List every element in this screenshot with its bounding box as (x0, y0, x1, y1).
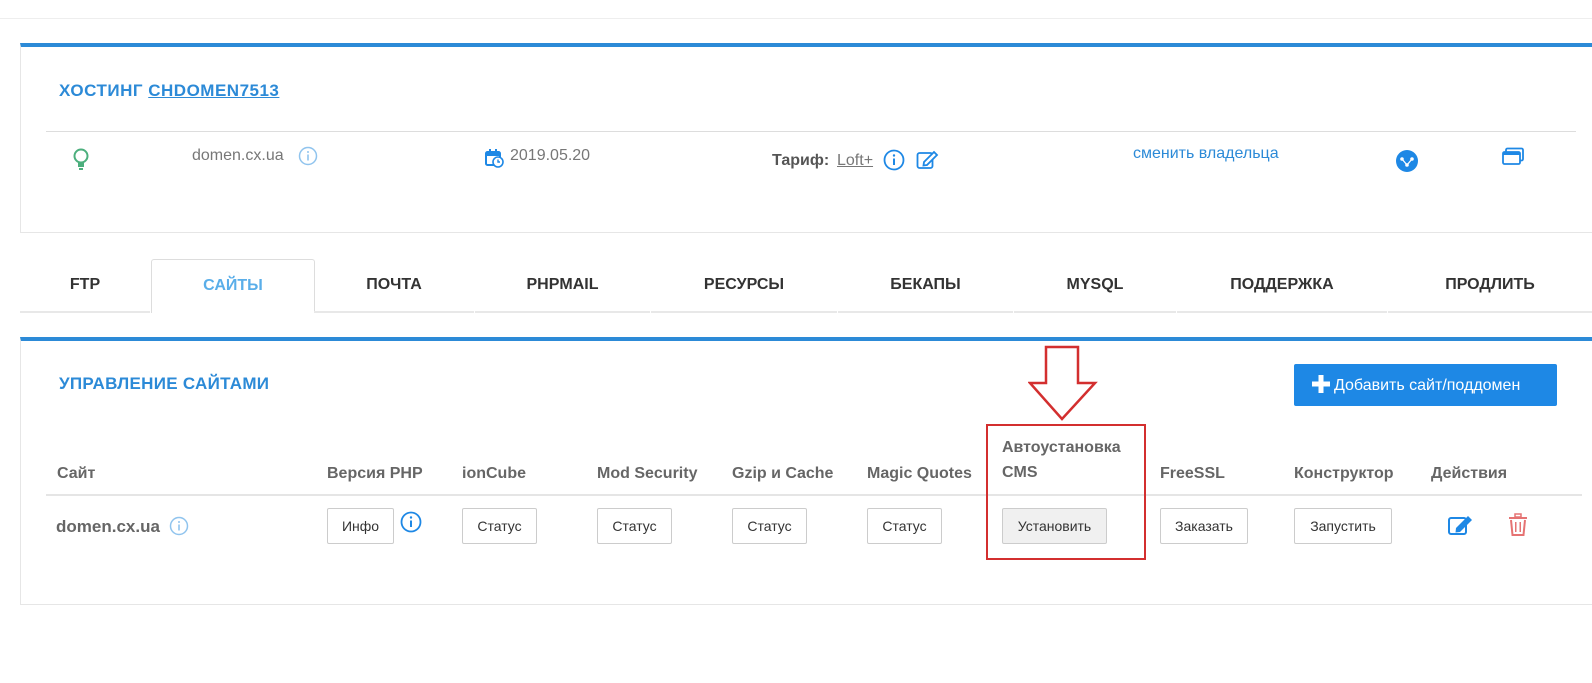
delete-site-icon[interactable] (1507, 513, 1529, 537)
ioncube-status-button[interactable]: Статус (462, 508, 537, 544)
col-modsec: Mod Security (597, 465, 698, 482)
hosting-date: 2019.05.20 (510, 147, 591, 164)
modsec-status-button[interactable]: Статус (597, 508, 672, 544)
col-freessl: FreeSSL (1160, 465, 1225, 482)
tab-support[interactable]: ПОДДЕРЖКА (1177, 259, 1387, 313)
col-php: Версия PHP (327, 465, 423, 482)
tariff-info-icon[interactable] (883, 149, 905, 171)
hosting-domain: domen.cx.ua (192, 147, 284, 164)
tab-sites[interactable]: САЙТЫ (151, 259, 315, 313)
col-ioncube: ionCube (462, 465, 526, 482)
tariff-label: Тариф: (772, 152, 830, 169)
plus-icon (1312, 375, 1330, 393)
col-magic: Magic Quotes (867, 465, 972, 482)
windows-icon[interactable] (1501, 147, 1525, 167)
sites-panel: УПРАВЛЕНИЕ САЙТАМИ Добавить сайт/поддоме… (20, 337, 1592, 605)
hosting-title-prefix: ХОСТИНГ (59, 81, 143, 100)
constructor-launch-button[interactable]: Запустить (1294, 508, 1392, 544)
hosting-title: ХОСТИНГ CHDOMEN7513 (59, 81, 279, 101)
share-icon[interactable] (1395, 149, 1419, 173)
tab-ftp[interactable]: FTP (20, 259, 150, 313)
edit-site-icon[interactable] (1447, 513, 1475, 537)
tab-bar: FTP САЙТЫ ПОЧТА PHPMAIL РЕСУРСЫ БЕКАПЫ M… (20, 259, 1592, 313)
tab-renew[interactable]: ПРОДЛИТЬ (1388, 259, 1592, 313)
col-constructor: Конструктор (1294, 465, 1394, 482)
calendar-icon (485, 149, 504, 168)
col-site: Сайт (57, 465, 96, 482)
tab-backups[interactable]: БЕКАПЫ (838, 259, 1013, 313)
php-info-button[interactable]: Инфо (327, 508, 394, 544)
site-name: domen.cx.ua (56, 517, 160, 536)
change-owner-link[interactable]: сменить владельца (1133, 145, 1279, 163)
php-info-icon[interactable] (400, 511, 422, 533)
col-actions: Действия (1431, 465, 1508, 482)
add-site-button[interactable]: Добавить сайт/поддомен (1294, 364, 1557, 406)
tariff-link[interactable]: Loft+ (837, 152, 873, 170)
hosting-divider (46, 131, 1576, 132)
tab-phpmail[interactable]: PHPMAIL (475, 259, 650, 313)
add-site-label: Добавить сайт/поддомен (1334, 377, 1521, 394)
hosting-account-link[interactable]: CHDOMEN7513 (148, 81, 279, 100)
site-info-icon[interactable] (169, 516, 189, 536)
edit-tariff-icon[interactable] (916, 149, 940, 171)
annotation-arrow (1028, 345, 1098, 421)
magic-quotes-status-button[interactable]: Статус (867, 508, 942, 544)
hosting-panel: ХОСТИНГ CHDOMEN7513 domen.cx.ua 2019.05.… (20, 43, 1592, 233)
tab-mysql[interactable]: MYSQL (1014, 259, 1176, 313)
gzip-status-button[interactable]: Статус (732, 508, 807, 544)
annotation-highlight-box (986, 424, 1146, 560)
lightbulb-icon (73, 148, 89, 170)
tab-mail[interactable]: ПОЧТА (314, 259, 474, 313)
sites-title: УПРАВЛЕНИЕ САЙТАМИ (59, 374, 270, 393)
freessl-order-button[interactable]: Заказать (1160, 508, 1248, 544)
tab-resources[interactable]: РЕСУРСЫ (651, 259, 837, 313)
col-gzip: Gzip и Cache (732, 465, 834, 482)
info-icon[interactable] (298, 146, 318, 166)
table-header-divider (46, 494, 1582, 496)
top-divider (0, 18, 1592, 19)
